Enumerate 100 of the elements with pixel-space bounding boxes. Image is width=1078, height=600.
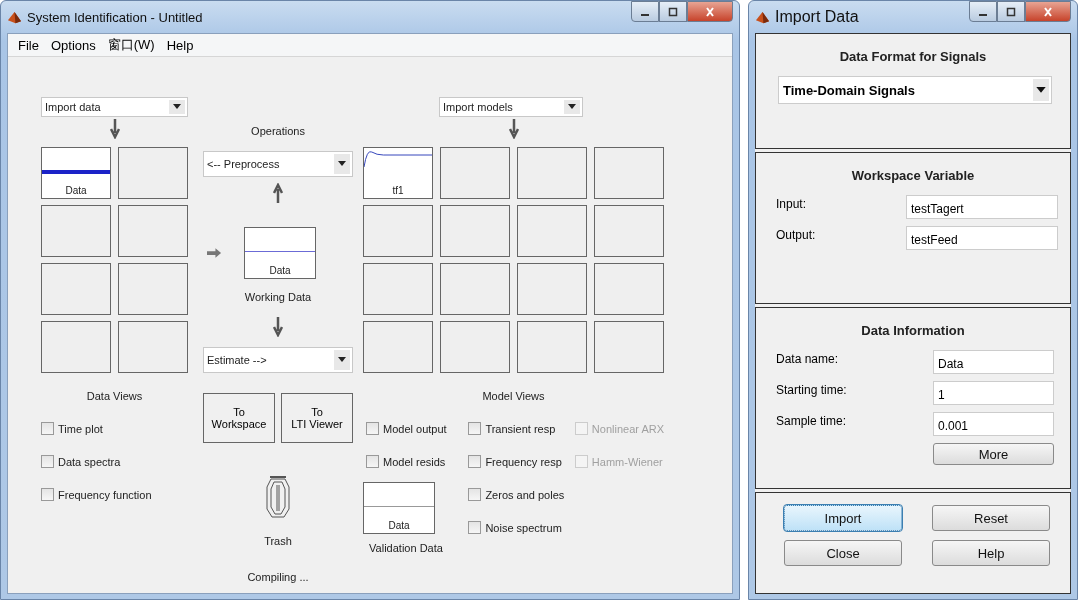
trash-icon[interactable]: [266, 475, 290, 519]
model-slot[interactable]: [440, 147, 510, 199]
data-slot[interactable]: [118, 321, 188, 373]
data-slot[interactable]: [41, 321, 111, 373]
step-response-plot: [364, 149, 432, 169]
checkbox[interactable]: [468, 455, 482, 468]
input-field[interactable]: testTagert: [906, 195, 1058, 219]
model-slot[interactable]: [594, 147, 664, 199]
input-field[interactable]: Data: [933, 350, 1054, 374]
checkbox-label: Model resids: [383, 455, 446, 468]
model-slot[interactable]: [594, 321, 664, 373]
maximize-button[interactable]: [659, 1, 687, 22]
caret-icon: [173, 104, 181, 110]
dialog-button[interactable]: Help: [932, 540, 1050, 566]
minimize-icon: [979, 13, 987, 16]
menu-item[interactable]: Options: [50, 37, 96, 53]
dialog-button[interactable]: Import: [784, 505, 902, 531]
maximize-icon: [667, 6, 679, 17]
checkbox-label: Nonlinear ARX: [591, 422, 664, 435]
model-slot[interactable]: [517, 205, 587, 257]
app-icon: [7, 9, 22, 25]
checkbox[interactable]: [41, 422, 54, 435]
validation-data-slot[interactable]: Data: [363, 482, 435, 534]
checkbox[interactable]: [366, 422, 379, 435]
field-label: Output:: [776, 227, 817, 242]
checkbox[interactable]: [366, 455, 379, 468]
format-dropdown[interactable]: Time-Domain Signals: [778, 76, 1052, 104]
preprocess-dropdown[interactable]: <-- Preprocess: [203, 151, 353, 177]
section-title: Model Views: [481, 390, 546, 402]
model-slot[interactable]: tf1: [363, 147, 433, 199]
model-slot[interactable]: [363, 205, 433, 257]
model-slot[interactable]: [363, 263, 433, 315]
up-arrow-icon: [273, 183, 283, 203]
close-button[interactable]: [1025, 1, 1071, 22]
import-data-dropdown[interactable]: Import data: [41, 97, 188, 117]
input-field[interactable]: testFeed: [906, 226, 1058, 250]
model-slot[interactable]: [517, 321, 587, 373]
checkbox-label: Frequency function: [58, 488, 152, 501]
model-slot[interactable]: [594, 205, 664, 257]
checkbox[interactable]: [41, 455, 54, 468]
data-slot[interactable]: [118, 147, 188, 199]
model-slot[interactable]: [440, 263, 510, 315]
checkbox-label: Noise spectrum: [485, 521, 562, 534]
checkbox-label: Transient resp: [485, 422, 556, 435]
data-slot[interactable]: Data: [41, 147, 111, 199]
checkbox-label: Data spectra: [58, 455, 121, 468]
checkbox[interactable]: [468, 488, 482, 501]
panel-title: Data Information: [860, 323, 966, 338]
app-icon: [755, 9, 770, 25]
model-slot[interactable]: [517, 147, 587, 199]
menu-item[interactable]: File: [18, 37, 39, 53]
working-data-slot[interactable]: Data: [244, 227, 316, 279]
working-data-caption: Working Data: [243, 291, 313, 303]
down-arrow-icon: [273, 317, 283, 337]
close-icon: [1042, 6, 1054, 17]
checkbox[interactable]: [41, 488, 54, 501]
down-arrow-icon: [109, 119, 120, 139]
model-slot[interactable]: [517, 263, 587, 315]
menu-item[interactable]: Help: [166, 37, 194, 53]
maximize-button[interactable]: [997, 1, 1025, 22]
more-button[interactable]: More: [933, 443, 1054, 465]
estimate-dropdown[interactable]: Estimate -->: [203, 347, 353, 373]
minimize-button[interactable]: [969, 1, 997, 22]
minimize-button[interactable]: [631, 1, 659, 22]
dialog-button[interactable]: Reset: [932, 505, 1050, 531]
tile-label: Data: [269, 265, 291, 276]
dialog-button[interactable]: Close: [784, 540, 902, 566]
field-label: Starting time:: [776, 382, 848, 397]
model-slot[interactable]: [440, 321, 510, 373]
data-slot[interactable]: [41, 263, 111, 315]
model-slot[interactable]: [363, 321, 433, 373]
minimize-icon: [641, 13, 649, 16]
close-button[interactable]: [687, 1, 733, 22]
field-label: Data name:: [776, 351, 840, 366]
export-button[interactable]: To LTI Viewer: [281, 393, 353, 443]
trash-label: Trash: [263, 535, 293, 547]
export-button[interactable]: To Workspace: [203, 393, 275, 443]
checkbox-label: Model output: [383, 422, 447, 435]
validation-data-caption: Validation Data: [368, 542, 444, 554]
panel-title: Data Format for Signals: [838, 49, 988, 64]
data-slot[interactable]: [118, 205, 188, 257]
model-slot[interactable]: [594, 263, 664, 315]
status-text: Compiling ...: [246, 571, 310, 583]
data-slot[interactable]: [41, 205, 111, 257]
close-icon: [704, 6, 716, 17]
caret-icon: [338, 161, 346, 167]
checkbox[interactable]: [468, 422, 482, 435]
checkbox[interactable]: [468, 521, 482, 534]
section-title: Operations: [250, 125, 306, 137]
window-title: Import Data: [775, 8, 859, 26]
input-field[interactable]: 1: [933, 381, 1054, 405]
window-title: System Identification - Untitled: [27, 9, 203, 25]
input-field[interactable]: 0.001: [933, 412, 1054, 436]
menu-item[interactable]: 窗口(W): [107, 36, 155, 54]
field-label: Sample time:: [776, 413, 848, 428]
field-label: Input:: [776, 196, 808, 211]
data-slot[interactable]: [118, 263, 188, 315]
import-models-dropdown[interactable]: Import models: [439, 97, 583, 117]
model-slot[interactable]: [440, 205, 510, 257]
maximize-icon: [1005, 6, 1017, 17]
